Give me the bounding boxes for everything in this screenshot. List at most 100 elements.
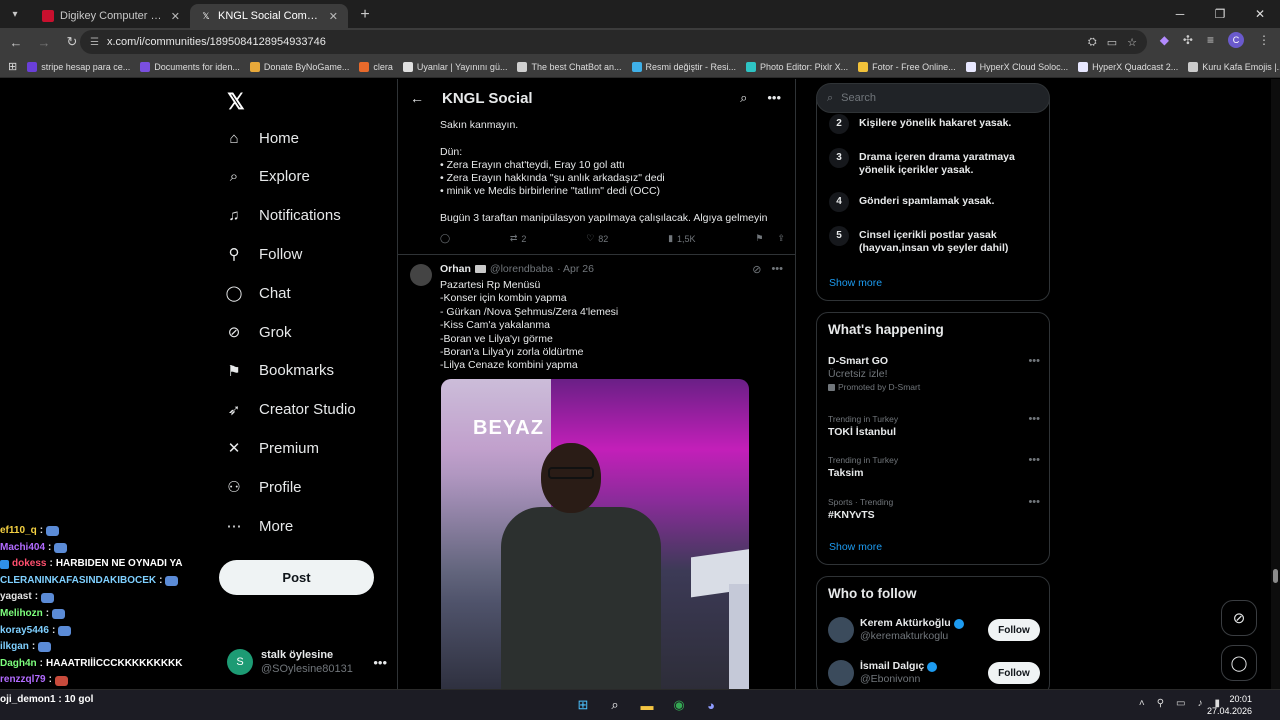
page-scrollbar[interactable] [1271,79,1280,689]
bookmark-item[interactable]: HyperX Quadcast 2... [1078,61,1178,72]
volume-icon[interactable]: ♪ [1197,698,1202,709]
close-window-icon[interactable]: ✕ [1240,0,1280,28]
microphone-icon[interactable]: ⚲ [1157,698,1164,709]
new-tab-button[interactable]: + [354,4,376,26]
x-logo-icon[interactable]: 𝕏 [227,89,245,115]
more-dots-icon[interactable]: ••• [771,263,783,276]
tab-search-button[interactable]: ▾ [4,3,26,25]
nav-item-bookmarks[interactable]: ⚑ Bookmarks [225,353,334,389]
chevron-up-icon[interactable]: ˄ [1139,698,1145,709]
search-icon[interactable]: ⌕ [604,694,626,716]
nav-item-premium[interactable]: ✕ Premium [225,430,319,466]
views-button[interactable]: ▮ 1,5K [668,233,695,244]
address-bar[interactable]: ☰ x.com/i/communities/189508412895493374… [80,30,1147,54]
post-author-handle[interactable]: @lorendbaba [490,263,553,275]
network-icon[interactable]: ▭ [1176,698,1185,709]
messages-floating-button[interactable]: ◯ [1221,645,1257,681]
apps-grid-icon[interactable]: ⊞ [8,60,17,73]
grok-icon[interactable]: ⊘ [752,263,761,276]
trend-item[interactable]: Trending in Turkey TOKİ İstanbul ••• [828,413,1040,439]
avatar[interactable] [828,617,854,643]
browser-menu-icon[interactable]: ⋮ [1258,33,1270,47]
tab-kngl-social[interactable]: 𝕏 KNGL Social Community / X ✕ [190,4,348,28]
more-dots-icon[interactable]: ••• [1028,355,1040,368]
avatar[interactable] [410,264,432,286]
tab-digikey[interactable]: Digikey Computer Ltd ✕ [32,4,190,28]
more-dots-icon[interactable]: ••• [1028,454,1040,467]
like-button[interactable]: ♡ 82 [586,233,608,244]
extensions-puzzle-icon[interactable]: ✣ [1183,33,1193,47]
post-button[interactable]: Post [219,560,374,595]
bookmark-icon[interactable]: ⚑ [755,233,763,244]
bookmark-star-icon[interactable]: ☆ [1127,36,1137,49]
bookmark-item[interactable]: Fotor - Free Online... [858,61,956,72]
nav-item-more[interactable]: ⋯ More [225,508,294,544]
follow-suggestion[interactable]: İsmail Dalgıç @Ebonivonn Follow [828,658,1040,688]
bookmark-item[interactable]: Donate ByNoGame... [249,61,349,72]
bookmark-item[interactable]: Resmi değiştir - Resi... [631,61,736,72]
discord-icon[interactable]: ◕ [700,694,722,716]
bookmark-item[interactable]: Photo Editor: Pixlr X... [746,61,848,72]
windows-start-icon[interactable]: ⊞ [572,694,594,716]
tab-close-icon[interactable]: ✕ [329,10,338,23]
back-icon[interactable]: ← [4,30,28,54]
bookmark-item[interactable]: Kuru Kafa Emojis |... [1188,61,1280,72]
search-icon[interactable]: ⌕ [740,90,747,106]
forward-icon[interactable]: → [32,30,56,54]
more-dots-icon[interactable]: ••• [1028,496,1040,509]
bookmark-item[interactable]: HyperX Cloud Soloc... [965,61,1068,72]
follow-suggestion[interactable]: Kerem Aktürkoğlu @keremakturkoglu Follow [828,615,1040,645]
bookmark-item[interactable]: The best ChatBot an... [517,61,622,72]
more-dots-icon[interactable]: ••• [373,655,387,670]
more-dots-icon[interactable]: ••• [1028,413,1040,426]
trend-item[interactable]: D-Smart GO Ücretsiz izle! Promoted by D-Sm… [828,355,1040,394]
clock[interactable]: 20:01 27.04.2026 [1207,693,1252,717]
reply-icon[interactable]: ◯ [440,233,450,244]
scroll-thumb[interactable] [1273,569,1278,583]
maximize-icon[interactable]: ❐ [1200,0,1240,28]
extension-icon[interactable]: ◆ [1160,33,1169,47]
account-switcher[interactable]: S stalk öylesine @SOylesine80131 ••• [227,644,387,680]
translate-icon[interactable]: ⛭ [1088,36,1097,49]
avatar[interactable] [828,660,854,686]
nav-item-profile[interactable]: ⚇ Profile [225,469,301,505]
share-icon[interactable]: ⇪ [777,233,785,244]
profile-avatar[interactable]: C [1228,32,1244,48]
repost-button[interactable]: ⇄ 2 [510,233,527,244]
show-more-link[interactable]: Show more [829,277,882,289]
bookmark-item[interactable]: Uyanlar | Yayınını gü... [402,61,507,72]
media-controls-icon[interactable]: ≡ [1207,33,1214,47]
search-input[interactable]: ⌕ Search [816,83,1050,113]
minimize-icon[interactable]: ─ [1160,0,1200,28]
show-more-link[interactable]: Show more [829,541,882,553]
tab-close-icon[interactable]: ✕ [171,10,180,23]
grok-floating-button[interactable]: ⊘ [1221,600,1257,636]
post-video[interactable]: BEYAZ [441,379,749,689]
nav-item-grok[interactable]: ⊘ Grok [225,314,292,350]
nav-item-creator-studio[interactable]: ➶ Creator Studio [225,392,356,428]
file-explorer-icon[interactable]: ▬ [636,694,658,716]
nav-item-follow[interactable]: ⚲ Follow [225,236,303,272]
post-date[interactable]: · Apr 26 [557,263,594,275]
site-info-icon[interactable]: ☰ [90,37,99,48]
bookmark-item[interactable]: clera [359,61,393,72]
nav-item-chat[interactable]: ◯ Chat [225,275,291,311]
cast-icon[interactable]: ▭ [1107,36,1117,49]
trend-item[interactable]: Trending in Turkey Taksim ••• [828,454,1040,480]
bookmark-item[interactable]: Documents for iden... [140,61,240,72]
chat-text: HAAATRIİİCCCKKKKKKKKK [46,657,183,669]
post-card[interactable]: Orhan @lorendbaba · Apr 26 ⊘ ••• Pazarte… [398,256,795,689]
follow-button[interactable]: Follow [988,662,1040,684]
follow-button[interactable]: Follow [988,619,1040,641]
nav-item-explore[interactable]: ⌕ Explore [225,159,310,195]
post-card[interactable]: Sakın kanmayın. Dün: • Zera Erayın chat'te… [398,117,795,255]
post-author-name[interactable]: Orhan [440,263,471,275]
trend-item[interactable]: Sports · Trending #KNYvTS ••• [828,496,1040,522]
nav-item-notifications[interactable]: ♫ Notifications [225,198,340,234]
nav-item-home[interactable]: ⌂ Home [225,120,299,156]
chrome-icon[interactable]: ◉ [668,694,690,716]
more-dots-icon[interactable]: ••• [767,90,781,106]
bookmark-item[interactable]: stripe hesap para ce... [27,61,130,72]
account-display-name: stalk öylesine [261,649,334,661]
back-arrow-icon[interactable]: ← [410,90,424,106]
